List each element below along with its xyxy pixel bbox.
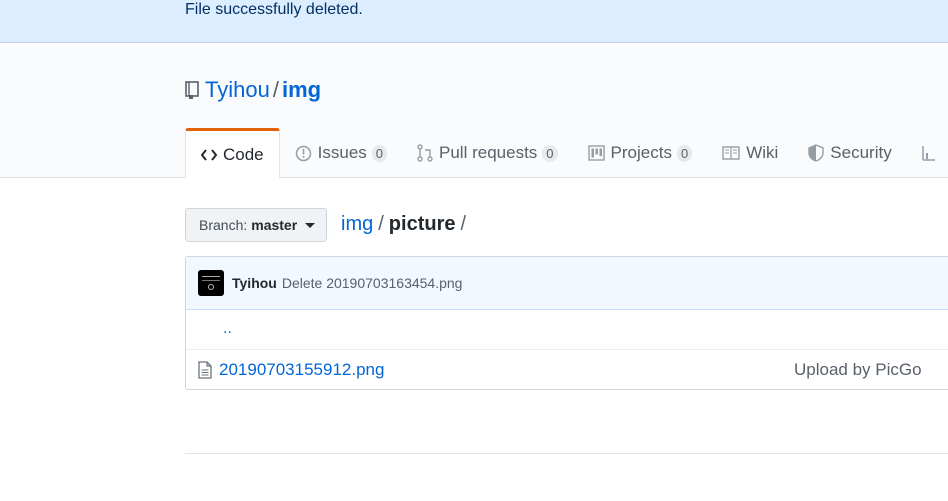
repo-icon	[185, 79, 199, 105]
tab-insights-partial[interactable]	[907, 128, 948, 178]
repo-name-link[interactable]: img	[282, 77, 321, 102]
file-name-link[interactable]: 20190703155912.png	[219, 360, 384, 380]
tab-projects-label: Projects	[610, 143, 672, 162]
latest-commit-bar: Tyihou Delete 20190703163454.png	[186, 257, 948, 310]
list-item-parent: ..	[186, 310, 948, 350]
tab-pull-requests[interactable]: Pull requests 0	[402, 128, 573, 178]
branch-label: Branch:	[199, 217, 248, 233]
shield-icon	[808, 144, 824, 162]
pull-requests-counter: 0	[542, 144, 558, 162]
breadcrumb-separator: /	[378, 213, 384, 235]
table-row: 20190703155912.png Upload by PicGo	[186, 350, 948, 390]
commit-message-link[interactable]: Delete 20190703163454.png	[282, 275, 463, 291]
breadcrumb-current: picture	[388, 213, 456, 235]
project-icon	[587, 145, 605, 161]
breadcrumb-root-link[interactable]: img	[341, 213, 373, 235]
tab-wiki[interactable]: Wiki	[707, 128, 793, 178]
tab-code[interactable]: Code	[185, 128, 280, 179]
code-icon	[201, 148, 217, 161]
issue-icon	[295, 145, 311, 161]
divider	[185, 453, 948, 454]
tab-security-label: Security	[830, 143, 892, 162]
pull-request-icon	[417, 144, 433, 162]
flash-banner: File successfully deleted.	[0, 0, 948, 43]
book-icon	[722, 146, 740, 160]
breadcrumb: img / picture /	[341, 213, 471, 236]
file-commit-message-link[interactable]: Upload by PicGo	[794, 360, 922, 380]
tab-issues-label: Issues	[317, 143, 367, 162]
repo-title: Tyihou / img	[185, 77, 321, 105]
tab-issues[interactable]: Issues 0	[280, 128, 402, 178]
tab-code-label: Code	[223, 144, 264, 164]
tab-security[interactable]: Security	[793, 128, 906, 178]
avatar[interactable]	[198, 270, 224, 296]
repo-header: Tyihou / img Code Issues 0 Pull requests 0…	[0, 43, 948, 179]
repo-owner-link[interactable]: Tyihou	[205, 77, 270, 102]
file-icon	[198, 361, 212, 384]
repo-nav-tabs: Code Issues 0 Pull requests 0 Projects 0…	[185, 128, 948, 179]
parent-directory-link[interactable]: ..	[223, 320, 232, 338]
commit-author-link[interactable]: Tyihou	[232, 275, 277, 291]
file-browser: Tyihou Delete 20190703163454.png .. 2019…	[185, 256, 948, 390]
repo-title-separator: /	[272, 77, 279, 102]
projects-counter: 0	[676, 144, 693, 162]
branch-value: master	[251, 217, 298, 233]
branch-select-button[interactable]: Branch: master	[185, 208, 327, 242]
tab-wiki-label: Wiki	[746, 143, 779, 162]
tab-pull-requests-label: Pull requests	[439, 143, 538, 162]
caret-down-icon	[305, 222, 316, 228]
graph-icon	[921, 146, 935, 161]
issues-counter: 0	[371, 144, 388, 162]
flash-message: File successfully deleted.	[185, 1, 363, 18]
tab-projects[interactable]: Projects 0	[573, 128, 708, 178]
breadcrumb-separator-trailing: /	[460, 213, 467, 235]
